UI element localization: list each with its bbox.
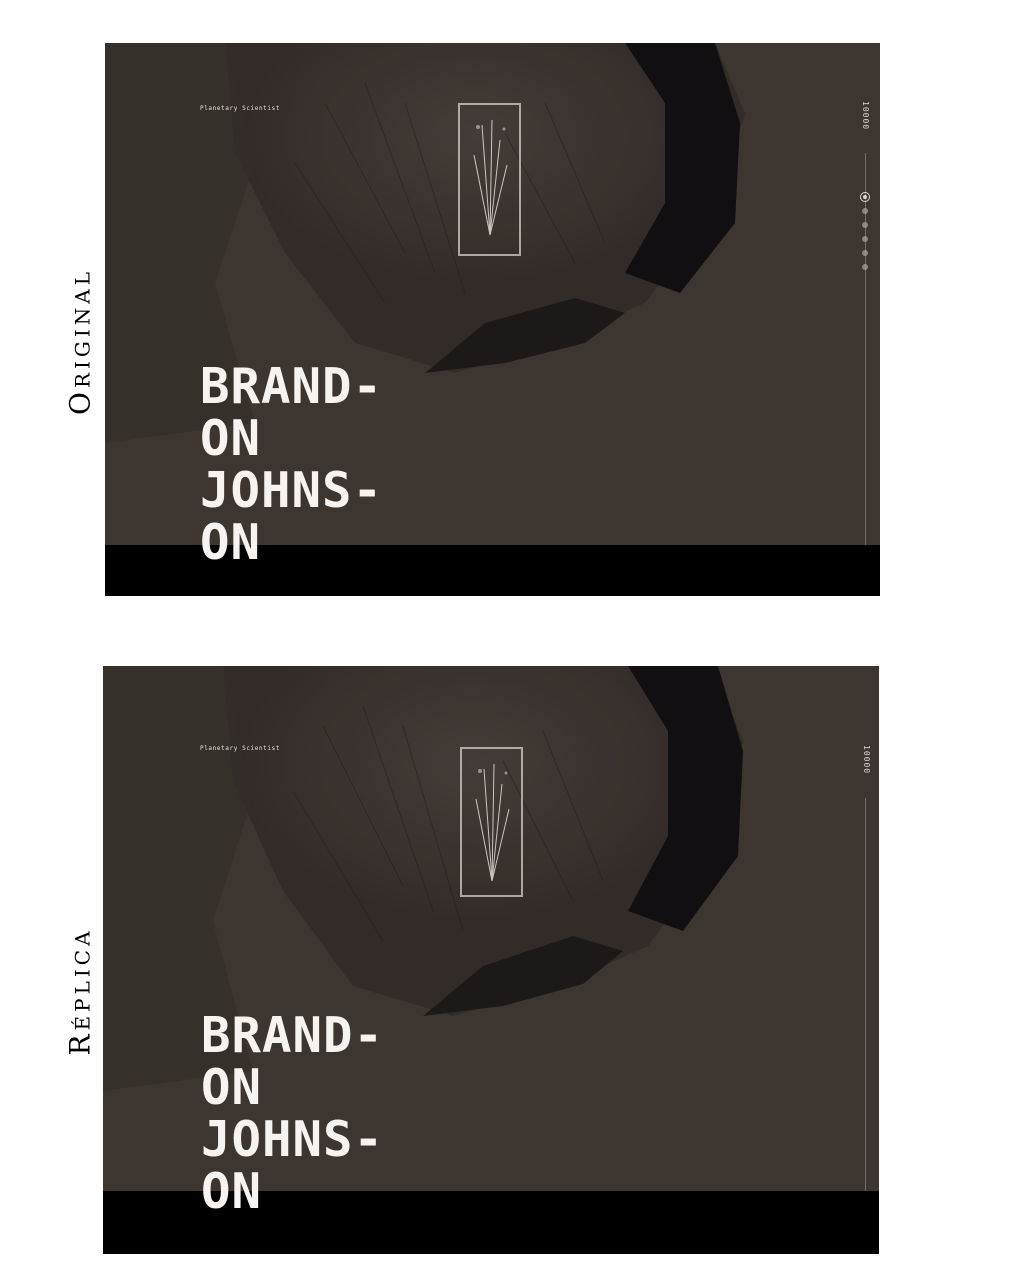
nav-dot-active[interactable] <box>860 192 870 202</box>
hero-name: BRAND- ON JOHNS- ON <box>201 1010 384 1218</box>
name-line: ON <box>200 514 262 571</box>
nav-dot[interactable] <box>862 250 868 256</box>
name-line: BRAND- <box>200 358 384 415</box>
crater-thumbnail-frame[interactable] <box>458 103 521 256</box>
role-label: Planetary Scientist <box>200 105 281 112</box>
name-line: ON <box>200 410 262 467</box>
hero-name: BRAND- ON JOHNS- ON <box>200 361 383 569</box>
scroll-track <box>865 153 866 563</box>
original-panel: Planetary Scientist 10000 BRAND- ON JOHN… <box>105 43 880 596</box>
name-line: JOHNS- <box>201 1111 385 1168</box>
name-line: BRAND- <box>201 1007 385 1064</box>
nav-dot[interactable] <box>862 236 868 242</box>
slide-counter: 10000 <box>861 101 870 131</box>
name-line: ON <box>201 1163 263 1220</box>
role-label: Planetary Scientist <box>200 745 281 752</box>
name-line: JOHNS- <box>200 462 384 519</box>
crater-thumbnail-frame[interactable] <box>460 747 523 897</box>
original-label: Original <box>63 268 97 416</box>
nav-dot[interactable] <box>862 264 868 270</box>
replica-label: Réplica <box>63 927 97 1056</box>
name-line: ON <box>201 1059 263 1116</box>
slide-counter: 10000 <box>862 745 871 775</box>
impact-lines-icon <box>473 119 508 236</box>
impact-lines-icon <box>475 763 510 882</box>
nav-dot[interactable] <box>862 208 868 214</box>
nav-dot[interactable] <box>862 222 868 228</box>
replica-panel: Planetary Scientist 10000 BRAND- ON JOHN… <box>103 666 879 1254</box>
scroll-track <box>865 798 866 1198</box>
